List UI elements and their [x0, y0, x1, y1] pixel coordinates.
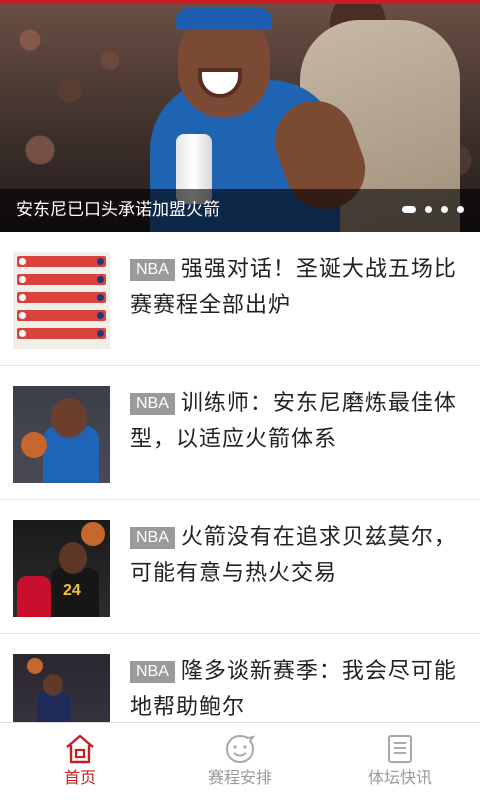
news-icon	[388, 735, 412, 763]
bottom-tab-bar: 首页 赛程安排 体坛快讯	[0, 722, 480, 800]
slide-dot[interactable]	[457, 206, 464, 213]
home-icon	[66, 734, 94, 764]
jersey-number: 24	[63, 582, 81, 599]
news-headline: NBA 强强对话！圣诞大战五场比赛赛程全部出炉	[130, 252, 468, 324]
tab-schedule[interactable]: 赛程安排	[160, 723, 320, 800]
player-photo-thumbnail	[13, 386, 110, 483]
slide-dot[interactable]	[441, 206, 448, 213]
news-title: 强强对话！圣诞大战五场比赛赛程全部出炉	[130, 257, 457, 318]
news-headline: NBA 训练师：安东尼磨炼最佳体型，以适应火箭体系	[130, 386, 468, 458]
news-headline: NBA 隆多谈新赛季：我会尽可能地帮助鲍尔	[130, 654, 468, 726]
news-tag: NBA	[130, 259, 175, 281]
news-item[interactable]: NBA 训练师：安东尼磨炼最佳体型，以适应火箭体系	[0, 366, 480, 500]
hero-caption[interactable]: 安东尼已口头承诺加盟火箭	[16, 198, 220, 222]
news-item[interactable]: 24 NBA 火箭没有在追求贝兹莫尔，可能有意与热火交易	[0, 500, 480, 634]
news-title: 隆多谈新赛季：我会尽可能地帮助鲍尔	[130, 659, 457, 720]
player-photo-thumbnail: 24	[13, 520, 110, 617]
news-list: NBA 强强对话！圣诞大战五场比赛赛程全部出炉 NBA 训练师：安东尼磨炼最佳体型，…	[0, 232, 480, 768]
news-tag: NBA	[130, 393, 175, 415]
news-item[interactable]: NBA 强强对话！圣诞大战五场比赛赛程全部出炉	[0, 232, 480, 366]
slide-dot-active[interactable]	[402, 206, 416, 213]
news-title: 训练师：安东尼磨炼最佳体型，以适应火箭体系	[130, 391, 457, 452]
hero-top-accent-line	[0, 0, 480, 4]
news-headline: NBA 火箭没有在追求贝兹莫尔，可能有意与热火交易	[130, 520, 468, 592]
schedule-graphic-thumbnail	[13, 252, 110, 349]
slide-indicator	[402, 206, 464, 213]
tab-news[interactable]: 体坛快讯	[320, 723, 480, 800]
news-tag: NBA	[130, 661, 175, 683]
tab-label: 赛程安排	[207, 768, 272, 787]
news-tag: NBA	[130, 527, 175, 549]
face-icon	[225, 734, 256, 764]
hero-banner[interactable]: 安东尼已口头承诺加盟火箭	[0, 0, 480, 232]
tab-label: 首页	[63, 768, 96, 787]
news-title: 火箭没有在追求贝兹莫尔，可能有意与热火交易	[130, 525, 457, 586]
tab-label: 体坛快讯	[367, 768, 432, 787]
tab-home[interactable]: 首页	[0, 723, 160, 800]
slide-dot[interactable]	[425, 206, 432, 213]
hero-photo-headband	[176, 8, 272, 30]
